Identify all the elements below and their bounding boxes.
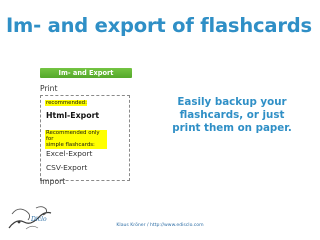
callout-text: Easily backup your flashcards, or just p… [163, 96, 301, 134]
menu-item-excel-export[interactable]: Excel-Export [46, 149, 92, 158]
im-export-menu: Im- and Export Print recommended: Html-E… [39, 66, 133, 196]
menu-item-html-export[interactable]: Html-Export [46, 111, 99, 120]
flashcard-logo-icon: Diclo [8, 206, 52, 230]
export-options-box: recommended: Html-Export Recommended onl… [40, 95, 130, 181]
menu-item-import[interactable]: Import [40, 177, 65, 186]
callout-line-3: print them on paper. [172, 121, 292, 134]
menu-item-csv-export[interactable]: CSV-Export [46, 163, 87, 172]
simple-tag-line-1: Recommended only for [46, 130, 100, 143]
simple-tag-line-2: simple flashcards: [46, 142, 95, 149]
callout-line-1: Easily backup your [177, 96, 287, 108]
footer-credit: Klaus Kröner / http://www.edisclo.com [116, 223, 204, 228]
slide-title: Im- and export of flashcards [6, 14, 312, 37]
menu-header: Im- and Export [40, 68, 132, 78]
svg-text:Diclo: Diclo [30, 216, 47, 223]
callout-line-2: flashcards, or just [179, 108, 285, 121]
menu-item-print[interactable]: Print [40, 84, 57, 93]
simple-flashcards-tag: Recommended only for simple flashcards: [45, 130, 107, 149]
recommended-tag: recommended: [45, 100, 87, 107]
